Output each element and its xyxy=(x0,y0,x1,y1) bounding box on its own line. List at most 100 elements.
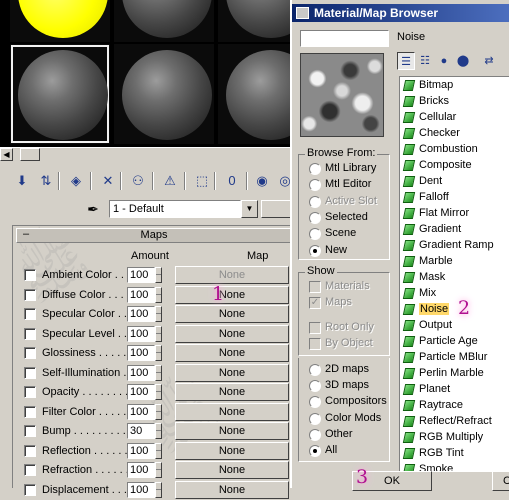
radio-button[interactable] xyxy=(309,412,321,425)
amount-spinner[interactable] xyxy=(155,403,162,420)
material-name-field[interactable]: 1 - Default xyxy=(109,200,241,218)
radio-button[interactable] xyxy=(309,428,321,441)
map-amount-field[interactable]: 100 xyxy=(127,442,155,459)
amount-spinner[interactable] xyxy=(155,364,162,381)
amount-spinner[interactable] xyxy=(155,286,162,303)
map-amount-field[interactable]: 100 xyxy=(127,364,155,381)
radio-button[interactable] xyxy=(309,380,321,393)
radio-button[interactable] xyxy=(309,195,321,208)
map-slot-button[interactable]: None xyxy=(175,266,289,284)
map-amount-field[interactable]: 100 xyxy=(127,306,155,322)
material-id-icon[interactable]: 0 xyxy=(222,171,242,191)
view-small-icons-icon[interactable]: ● xyxy=(435,52,453,70)
map-type-icon xyxy=(402,352,416,363)
view-list-icons-icon[interactable]: ☷ xyxy=(416,52,434,70)
material-type-button[interactable] xyxy=(261,200,291,218)
cancel-button[interactable]: Ca xyxy=(492,471,509,491)
map-slot-button[interactable]: None xyxy=(175,383,289,401)
map-amount-field[interactable]: 100 xyxy=(127,481,155,498)
map-slot-button[interactable]: None xyxy=(175,402,289,421)
map-enable-checkbox[interactable] xyxy=(24,425,36,437)
get-material-icon[interactable]: ⬇ xyxy=(12,171,32,191)
amount-spinner[interactable] xyxy=(155,462,162,478)
amount-spinner[interactable] xyxy=(155,481,162,498)
map-slot-button[interactable]: None xyxy=(175,461,289,479)
maps-rollout-header[interactable]: – Maps xyxy=(16,228,292,243)
sample-slot[interactable] xyxy=(114,0,214,42)
view-large-icons-icon[interactable]: ⬤ xyxy=(454,52,472,70)
scroll-thumb[interactable] xyxy=(20,148,40,161)
radio-button[interactable] xyxy=(309,445,321,457)
view-list-icon[interactable]: ☰ xyxy=(397,52,415,70)
browser-title: Material/Map Browser xyxy=(314,6,439,20)
radio-button[interactable] xyxy=(309,211,321,224)
sample-slot[interactable] xyxy=(10,44,110,144)
map-slot-button[interactable]: None xyxy=(175,305,289,323)
sample-slot[interactable] xyxy=(114,44,214,144)
show-map-icon[interactable]: ◉ xyxy=(252,171,272,191)
map-amount-field[interactable]: 100 xyxy=(127,267,155,283)
search-input[interactable] xyxy=(300,30,389,47)
map-enable-checkbox[interactable] xyxy=(24,386,36,398)
map-enable-checkbox[interactable] xyxy=(24,308,36,320)
map-enable-checkbox[interactable] xyxy=(24,347,36,359)
amount-spinner[interactable] xyxy=(155,442,162,459)
map-slot-button[interactable]: None xyxy=(175,324,289,343)
show-checkbox[interactable] xyxy=(309,281,321,293)
put-to-library-icon[interactable]: ⬚ xyxy=(192,171,212,191)
map-slot-button[interactable]: None xyxy=(175,363,289,382)
map-amount-field[interactable]: 100 xyxy=(127,462,155,478)
map-slot-button[interactable]: None xyxy=(175,285,289,304)
amount-spinner[interactable] xyxy=(155,325,162,342)
sample-slot[interactable] xyxy=(218,0,290,42)
amount-spinner[interactable] xyxy=(155,306,162,322)
pick-material-icon[interactable]: ✒ xyxy=(84,200,102,218)
map-enable-checkbox[interactable] xyxy=(24,327,36,340)
radio-button[interactable] xyxy=(309,396,321,409)
map-enable-checkbox[interactable] xyxy=(24,405,36,418)
reset-icon[interactable]: ✕ xyxy=(98,171,118,191)
radio-button[interactable] xyxy=(309,244,321,257)
map-slot-button[interactable]: None xyxy=(175,441,289,460)
scroll-left-arrow-icon[interactable]: ◀ xyxy=(0,148,13,161)
sample-slot[interactable] xyxy=(10,0,110,42)
show-checkbox[interactable]: ✓ xyxy=(309,297,321,309)
map-slot-button[interactable]: None xyxy=(175,480,289,499)
radio-button[interactable] xyxy=(309,163,321,175)
map-slot-button[interactable]: None xyxy=(175,422,289,440)
update-scene-icon[interactable]: ⇄ xyxy=(480,52,498,70)
make-copy-icon[interactable]: ⚇ xyxy=(128,171,148,191)
map-amount-field[interactable]: 100 xyxy=(127,403,155,420)
show-checkbox[interactable] xyxy=(309,322,321,334)
amount-spinner[interactable] xyxy=(155,384,162,400)
amount-spinner[interactable] xyxy=(155,423,162,439)
map-enable-checkbox[interactable] xyxy=(24,269,36,281)
amount-spinner[interactable] xyxy=(155,267,162,283)
map-slot-button[interactable]: None xyxy=(175,344,289,362)
map-enable-checkbox[interactable] xyxy=(24,444,36,457)
map-type-icon xyxy=(402,256,416,267)
map-amount-field[interactable]: 100 xyxy=(127,345,155,361)
map-enable-checkbox[interactable] xyxy=(24,464,36,476)
radio-button[interactable] xyxy=(309,179,321,192)
assign-to-selection-icon[interactable]: ◈ xyxy=(66,171,86,191)
radio-button[interactable] xyxy=(309,228,321,241)
browser-titlebar[interactable]: Material/Map Browser xyxy=(292,4,509,22)
map-enable-checkbox[interactable] xyxy=(24,288,36,301)
map-enable-checkbox[interactable] xyxy=(24,483,36,496)
map-amount-field[interactable]: 100 xyxy=(127,325,155,342)
radio-button[interactable] xyxy=(309,364,321,376)
map-amount-field[interactable]: 100 xyxy=(127,286,155,303)
map-amount-field[interactable]: 30 xyxy=(127,423,155,439)
slots-scrollbar[interactable]: ◀ xyxy=(0,147,290,161)
map-list[interactable]: Bitmap Bricks Cellular Checker Combustion Com… xyxy=(399,76,509,472)
show-checkbox[interactable] xyxy=(309,338,321,350)
map-enable-checkbox[interactable] xyxy=(24,366,36,379)
map-amount-field[interactable]: 100 xyxy=(127,384,155,400)
map-list-label: Noise xyxy=(419,303,450,315)
make-unique-icon[interactable]: ⚠ xyxy=(160,171,180,191)
material-name-dropdown-icon[interactable]: ▼ xyxy=(241,200,258,218)
amount-spinner[interactable] xyxy=(155,345,162,361)
put-to-scene-icon[interactable]: ⇅ xyxy=(36,171,56,191)
sample-slot[interactable] xyxy=(218,44,290,144)
